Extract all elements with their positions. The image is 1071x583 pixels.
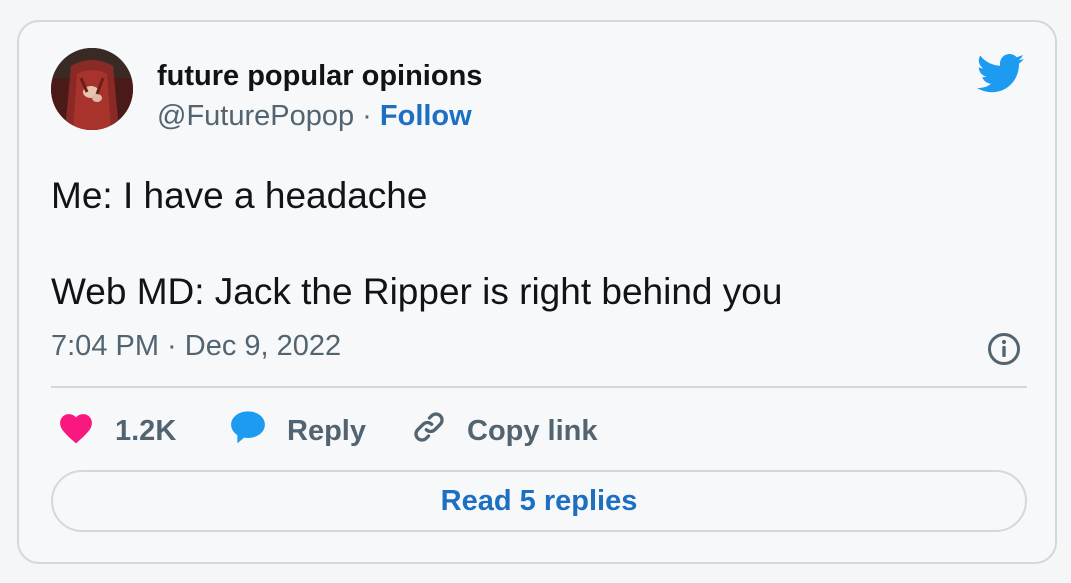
author-name[interactable]: future popular opinions xyxy=(157,60,482,93)
divider xyxy=(51,386,1027,388)
read-replies-button[interactable]: Read 5 replies xyxy=(51,470,1027,532)
author-handle-row: @FuturePopop · Follow xyxy=(157,100,472,133)
like-count: 1.2K xyxy=(115,414,177,447)
tweet-card: future popular opinions @FuturePopop · F… xyxy=(17,20,1057,564)
link-icon xyxy=(411,409,447,453)
read-replies-label: Read 5 replies xyxy=(440,484,638,517)
tweet-timestamp[interactable]: 7:04 PM · Dec 9, 2022 xyxy=(51,330,341,363)
twitter-bird-icon[interactable] xyxy=(976,54,1025,94)
copy-link-button[interactable]: Copy link xyxy=(411,410,598,452)
tweet-text: Me: I have a headache Web MD: Jack the R… xyxy=(51,175,783,312)
info-icon[interactable] xyxy=(987,332,1021,366)
like-button[interactable]: 1.2K xyxy=(57,410,176,452)
avatar[interactable] xyxy=(51,48,133,130)
reply-button[interactable]: Reply xyxy=(229,410,366,452)
author-handle[interactable]: @FuturePopop xyxy=(157,100,354,132)
avatar-photo xyxy=(51,48,133,130)
heart-icon xyxy=(57,410,95,452)
reply-label: Reply xyxy=(287,414,366,447)
follow-button[interactable]: Follow xyxy=(380,100,472,132)
copy-link-label: Copy link xyxy=(467,414,598,447)
speech-bubble-icon xyxy=(229,409,267,453)
handle-separator: · xyxy=(354,100,380,132)
